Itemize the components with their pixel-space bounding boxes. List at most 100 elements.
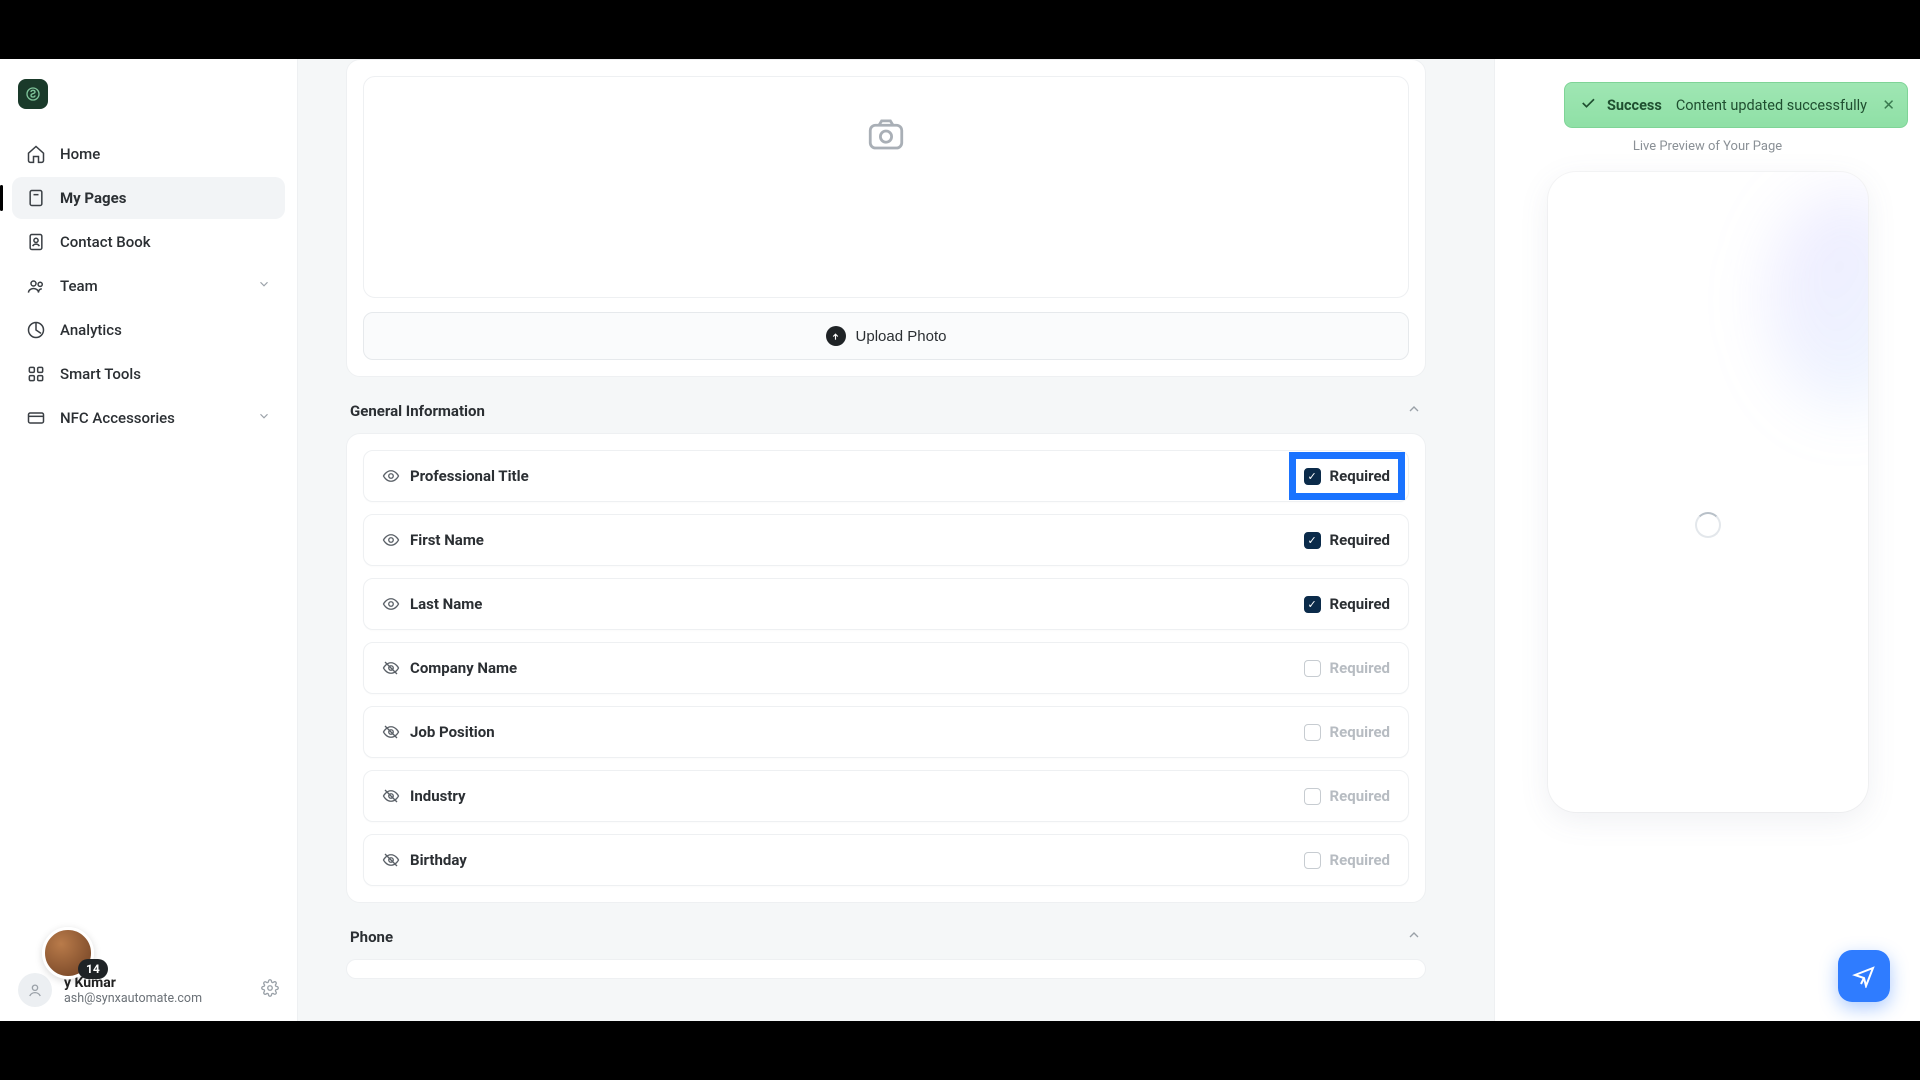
eye-icon[interactable] (382, 467, 400, 485)
spinner-icon (1695, 512, 1721, 538)
sidebar-item-team[interactable]: Team (12, 265, 285, 307)
camera-icon (865, 113, 907, 159)
sidebar-item-label: Smart Tools (60, 365, 141, 383)
grid-icon (26, 364, 46, 384)
upload-icon (826, 326, 846, 346)
checkbox-unchecked-icon (1304, 660, 1321, 677)
upload-photo-button[interactable]: Upload Photo (363, 312, 1409, 360)
feedback-fab[interactable] (1838, 950, 1890, 1002)
sidebar-item-analytics[interactable]: Analytics (12, 309, 285, 351)
required-label: Required (1330, 787, 1390, 805)
chevron-up-icon[interactable] (1406, 927, 1422, 947)
field-label: Professional Title (410, 467, 529, 485)
eye-off-icon[interactable] (382, 659, 400, 677)
required-label: Required (1330, 659, 1390, 677)
chevron-up-icon[interactable] (1406, 401, 1422, 421)
field-label: Company Name (410, 659, 517, 677)
field-label: Industry (410, 787, 466, 805)
sidebar-item-label: Home (60, 145, 100, 163)
eye-off-icon[interactable] (382, 787, 400, 805)
checkbox-unchecked-icon (1304, 724, 1321, 741)
preview-frame (1548, 172, 1868, 812)
eye-off-icon[interactable] (382, 851, 400, 869)
upload-photo-label: Upload Photo (856, 328, 947, 345)
sidebar: Home My Pages Contact Book Team (0, 59, 298, 1021)
required-toggle[interactable]: Required (1304, 659, 1390, 677)
sidebar-item-my-pages[interactable]: My Pages (12, 177, 285, 219)
field-left: Industry (382, 787, 466, 805)
eye-icon[interactable] (382, 595, 400, 613)
section-title: General Information (350, 402, 485, 420)
photo-card: Upload Photo (346, 59, 1426, 377)
field-label: First Name (410, 531, 484, 549)
sidebar-item-contact-book[interactable]: Contact Book (12, 221, 285, 263)
close-icon[interactable]: ✕ (1882, 96, 1895, 114)
gear-icon[interactable] (261, 979, 279, 1001)
sidebar-item-label: Team (60, 277, 98, 295)
toast-success: Success Content updated successfully ✕ (1564, 82, 1908, 128)
sidebar-item-label: My Pages (60, 189, 126, 207)
letterbox-bottom (0, 1021, 1920, 1080)
support-badge: 14 (78, 959, 108, 979)
sidebar-item-smart-tools[interactable]: Smart Tools (12, 353, 285, 395)
app-logo[interactable] (18, 79, 48, 109)
sidebar-item-nfc-accessories[interactable]: NFC Accessories (12, 397, 285, 439)
toast-message: Content updated successfully (1676, 97, 1867, 114)
page-icon (26, 188, 46, 208)
user-email: ash@synxautomate.com (64, 991, 202, 1006)
card-icon (26, 408, 46, 428)
field-row-professional-title: Professional Title ✓ Required (363, 450, 1409, 502)
eye-off-icon[interactable] (382, 723, 400, 741)
section-header: General Information (346, 401, 1426, 433)
section-title: Phone (350, 928, 393, 946)
main-content: Upload Photo General Information Profess… (298, 59, 1494, 1021)
field-left: Birthday (382, 851, 467, 869)
toast-title: Success (1607, 97, 1662, 114)
required-toggle[interactable]: ✓ Required (1304, 531, 1390, 549)
user-avatar[interactable] (18, 973, 52, 1007)
sidebar-item-home[interactable]: Home (12, 133, 285, 175)
required-toggle[interactable]: Required (1304, 723, 1390, 741)
app-frame: Home My Pages Contact Book Team (0, 59, 1920, 1021)
field-row-last-name: Last Name ✓ Required (363, 578, 1409, 630)
field-row-job-position: Job Position Required (363, 706, 1409, 758)
required-toggle[interactable]: ✓ Required (1304, 595, 1390, 613)
checkbox-checked-icon: ✓ (1304, 468, 1321, 485)
field-label: Job Position (410, 723, 495, 741)
field-row-industry: Industry Required (363, 770, 1409, 822)
required-toggle[interactable]: Required (1304, 851, 1390, 869)
required-label: Required (1330, 531, 1390, 549)
check-icon (1579, 94, 1597, 116)
checkbox-checked-icon: ✓ (1304, 596, 1321, 613)
chevron-down-icon (257, 409, 271, 427)
section-general-information: General Information Professional Title ✓ (346, 401, 1426, 903)
fields-card-phone (346, 959, 1426, 979)
checkbox-unchecked-icon (1304, 788, 1321, 805)
section-phone: Phone (346, 927, 1426, 979)
user-meta: y Kumar ash@synxautomate.com (64, 975, 202, 1006)
field-label: Birthday (410, 851, 467, 869)
required-toggle[interactable]: Required (1304, 787, 1390, 805)
field-row-first-name: First Name ✓ Required (363, 514, 1409, 566)
sidebar-item-label: Contact Book (60, 233, 151, 251)
required-label: Required (1330, 851, 1390, 869)
team-icon (26, 276, 46, 296)
analytics-icon (26, 320, 46, 340)
required-toggle[interactable]: ✓ Required (1304, 467, 1390, 485)
sidebar-nav: Home My Pages Contact Book Team (12, 133, 285, 439)
photo-drop-zone[interactable] (363, 76, 1409, 298)
letterbox-top (0, 0, 1920, 59)
section-header: Phone (346, 927, 1426, 959)
chevron-down-icon (257, 277, 271, 295)
contact-icon (26, 232, 46, 252)
checkbox-unchecked-icon (1304, 852, 1321, 869)
required-label: Required (1330, 723, 1390, 741)
field-row-company-name: Company Name Required (363, 642, 1409, 694)
field-label: Last Name (410, 595, 482, 613)
preview-caption: Live Preview of Your Page (1515, 139, 1900, 154)
required-label: Required (1330, 595, 1390, 613)
field-left: Last Name (382, 595, 482, 613)
field-row-birthday: Birthday Required (363, 834, 1409, 886)
home-icon (26, 144, 46, 164)
eye-icon[interactable] (382, 531, 400, 549)
